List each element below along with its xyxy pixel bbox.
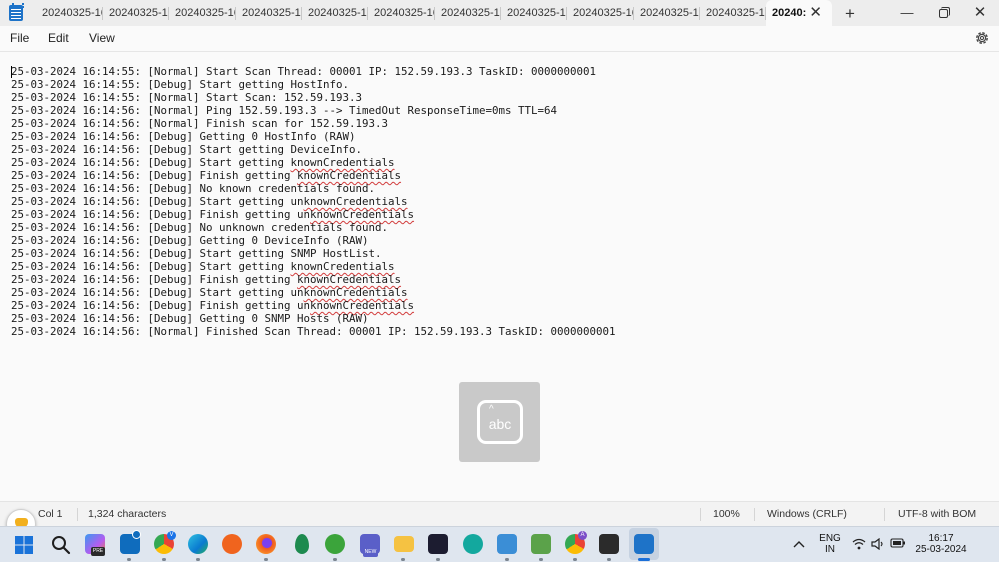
text-line: 25-03-2024 16:14:56: [Debug] Getting 0 S…: [11, 312, 369, 325]
cursor-position: Col 1: [38, 508, 63, 520]
terminal-icon[interactable]: [599, 534, 619, 554]
tab[interactable]: 20240325-161: [634, 0, 700, 26]
menu-bar: File Edit View: [0, 26, 999, 52]
text-line: 25-03-2024 16:14:56: [Debug] Getting 0 H…: [11, 130, 356, 143]
zoom-level[interactable]: 100%: [713, 502, 740, 526]
text-line: 25-03-2024 16:14:56: [Debug] No unknown …: [11, 221, 389, 234]
maximize-button[interactable]: [925, 0, 961, 26]
tab[interactable]: 20240325-161: [501, 0, 567, 26]
clock-time: 16:17: [928, 533, 954, 544]
clock[interactable]: 16:17 25-03-2024: [913, 533, 969, 555]
keyboard-label: abc: [488, 416, 512, 432]
text-line: 25-03-2024 16:14:56: [Normal] Finished S…: [11, 325, 616, 338]
tab[interactable]: 20240325-161: [700, 0, 766, 26]
maximize-icon: [938, 7, 950, 18]
tab-close-icon[interactable]: ✕: [809, 0, 822, 26]
mail-badge: [132, 530, 141, 539]
text-line: 25-03-2024 16:14:56: [Debug] Start getti…: [11, 195, 408, 208]
text-line: 25-03-2024 16:14:56: [Debug] Finish gett…: [11, 299, 415, 312]
menu-file[interactable]: File: [10, 26, 29, 51]
taskbar: PRE V NEW A ENG IN 16:17 25-03-2024: [0, 526, 999, 562]
status-divider: [700, 508, 701, 521]
tab[interactable]: 20240325-160: [236, 0, 302, 26]
tab[interactable]: 20240325-160: [302, 0, 368, 26]
language-indicator[interactable]: ENG IN: [818, 533, 842, 555]
search-icon[interactable]: [51, 535, 71, 555]
text-line: 25-03-2024 16:14:55: [Normal] Start Scan…: [11, 65, 597, 78]
media-player-icon[interactable]: [428, 534, 448, 554]
text-line: 25-03-2024 16:14:56: [Debug] Finish gett…: [11, 208, 415, 221]
notepad-edit-icon[interactable]: [531, 534, 551, 554]
encoding[interactable]: UTF-8 with BOM: [898, 502, 976, 526]
text-line: 25-03-2024 16:14:56: [Debug] Start getti…: [11, 143, 363, 156]
spellcheck-word[interactable]: knownCredentials: [310, 208, 414, 221]
text-editor[interactable]: 25-03-2024 16:14:55: [Normal] Start Scan…: [0, 52, 999, 501]
clock-date: 25-03-2024: [915, 544, 967, 555]
green-ball-icon[interactable]: [325, 534, 345, 554]
tab[interactable]: 20240325-160: [169, 0, 236, 26]
battery-icon[interactable]: [890, 538, 906, 549]
tab[interactable]: 20240325-160: [36, 0, 103, 26]
character-count: 1,324 characters: [88, 508, 167, 520]
menu-edit[interactable]: Edit: [48, 26, 69, 51]
spellcheck-word[interactable]: knownCredentials: [297, 169, 401, 182]
profile-badge: V: [167, 531, 176, 540]
text-line: 25-03-2024 16:14:56: [Debug] Start getti…: [11, 260, 395, 273]
new-badge: NEW: [363, 548, 378, 557]
status-bar: Col 1 1,324 characters 100% Windows (CRL…: [0, 501, 999, 526]
minimize-button[interactable]: —: [889, 0, 925, 26]
text-line: 25-03-2024 16:14:56: [Debug] Start getti…: [11, 156, 395, 169]
start-icon[interactable]: [15, 536, 33, 554]
spellcheck-word[interactable]: knownCredentials: [310, 299, 414, 312]
text-line: 25-03-2024 16:14:55: [Normal] Start Scan…: [11, 91, 363, 104]
text-line: 25-03-2024 16:14:56: [Debug] Start getti…: [11, 247, 382, 260]
notepad-app-icon: [9, 3, 24, 21]
line-ending[interactable]: Windows (CRLF): [767, 502, 847, 526]
text-line: 25-03-2024 16:14:56: [Debug] Getting 0 D…: [11, 234, 369, 247]
tab[interactable]: 20240325-161: [567, 0, 634, 26]
spellcheck-word[interactable]: knownCredentials: [304, 195, 408, 208]
pre-badge: PRE: [91, 547, 105, 556]
text-line: 25-03-2024 16:14:56: [Normal] Ping 152.5…: [11, 104, 558, 117]
edge-icon[interactable]: [188, 534, 208, 554]
keyboard-icon: ^ abc: [477, 400, 523, 444]
chevron-up-icon[interactable]: [793, 540, 805, 548]
tab[interactable]: 20240325-160: [103, 0, 169, 26]
new-tab-button[interactable]: +: [845, 0, 855, 28]
tab-active[interactable]: 20240: ✕: [766, 0, 832, 26]
status-divider: [754, 508, 755, 521]
close-window-button[interactable]: ✕: [962, 0, 998, 26]
app-orange-icon[interactable]: [222, 534, 242, 554]
file-explorer-icon[interactable]: [394, 536, 414, 552]
tab[interactable]: 20240325-160: [368, 0, 435, 26]
firefox-icon[interactable]: [256, 534, 276, 554]
photo-icon[interactable]: [463, 534, 483, 554]
notepad-icon[interactable]: [634, 534, 654, 554]
text-line: 25-03-2024 16:14:55: [Debug] Start getti…: [11, 78, 350, 91]
touch-keyboard-tile[interactable]: ^ abc: [459, 382, 540, 462]
tab[interactable]: 20240325-160: [435, 0, 501, 26]
gear-icon[interactable]: [974, 30, 990, 46]
text-line: 25-03-2024 16:14:56: [Normal] Finish sca…: [11, 117, 389, 130]
editor-text[interactable]: 25-03-2024 16:14:55: [Normal] Start Scan…: [11, 65, 616, 338]
status-divider: [884, 508, 885, 521]
status-divider: [77, 508, 78, 521]
text-line: 25-03-2024 16:14:56: [Debug] Start getti…: [11, 286, 408, 299]
wifi-icon[interactable]: [852, 538, 866, 550]
menu-view[interactable]: View: [89, 26, 115, 51]
title-bar: 20240325-160 20240325-160 20240325-160 2…: [0, 0, 999, 26]
spellcheck-word[interactable]: knownCredentials: [291, 156, 395, 169]
profile-badge: A: [578, 531, 587, 540]
tab-active-label: 20240:: [772, 7, 807, 19]
snipping-tool-icon[interactable]: [497, 534, 517, 554]
spellcheck-word[interactable]: knownCredentials: [297, 273, 401, 286]
text-line: 25-03-2024 16:14:56: [Debug] No known cr…: [11, 182, 376, 195]
spellcheck-word[interactable]: knownCredentials: [304, 286, 408, 299]
text-line: 25-03-2024 16:14:56: [Debug] Finish gett…: [11, 169, 402, 182]
volume-icon[interactable]: [871, 538, 885, 550]
green-leaf-icon[interactable]: [295, 534, 309, 554]
text-line: 25-03-2024 16:14:56: [Debug] Finish gett…: [11, 273, 402, 286]
spellcheck-word[interactable]: knownCredentials: [291, 260, 395, 273]
